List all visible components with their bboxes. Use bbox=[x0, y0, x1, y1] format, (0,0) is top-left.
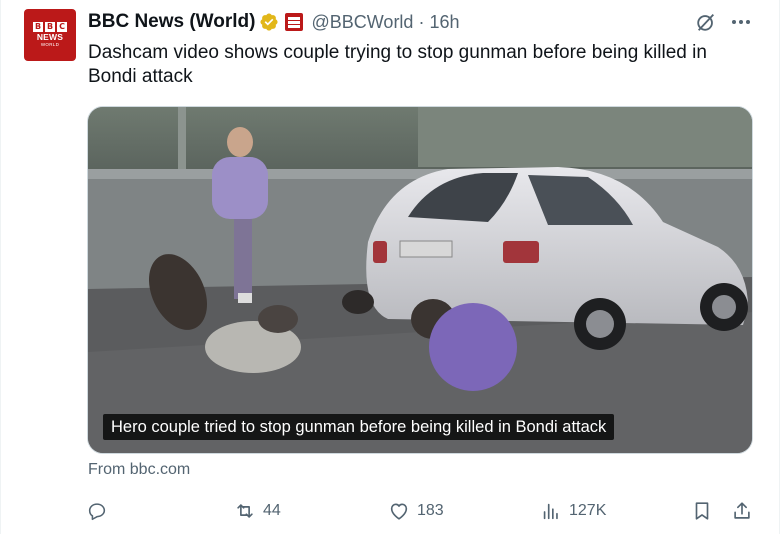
reply-button[interactable] bbox=[86, 495, 115, 527]
repost-icon bbox=[237, 504, 253, 518]
share-icon bbox=[734, 502, 750, 519]
heart-icon bbox=[390, 503, 408, 520]
grok-icon[interactable] bbox=[695, 11, 717, 33]
avatar-world-text: WORLD bbox=[40, 42, 60, 47]
view-count: 127K bbox=[569, 502, 607, 519]
logo-block: C bbox=[57, 22, 67, 32]
bbc-logo: B B C bbox=[33, 22, 67, 32]
bookmark-icon bbox=[695, 502, 709, 520]
tweet-text: Dashcam video shows couple trying to sto… bbox=[88, 42, 707, 87]
like-button[interactable]: 183 bbox=[388, 495, 444, 527]
action-bar: 44 183 127K bbox=[1, 495, 780, 527]
logo-block: B bbox=[45, 22, 55, 32]
display-name[interactable]: BBC News (World) bbox=[88, 11, 255, 33]
avatar[interactable]: B B C NEWS WORLD bbox=[24, 9, 76, 61]
repost-button[interactable]: 44 bbox=[234, 495, 281, 527]
bookmark-button[interactable] bbox=[691, 495, 713, 527]
like-count: 183 bbox=[417, 502, 444, 519]
separator: · bbox=[418, 11, 425, 32]
avatar-news-text: NEWS bbox=[36, 32, 64, 42]
views-button[interactable]: 127K bbox=[540, 495, 606, 527]
user-handle[interactable]: @BBCWorld bbox=[311, 12, 413, 33]
dashcam-image bbox=[88, 107, 752, 453]
more-icon[interactable] bbox=[729, 11, 753, 33]
link-source[interactable]: From bbc.com bbox=[88, 461, 190, 479]
views-icon bbox=[543, 503, 558, 520]
video-thumbnail[interactable]: Hero couple tried to stop gunman before … bbox=[87, 106, 753, 454]
video-caption: Hero couple tried to stop gunman before … bbox=[103, 414, 615, 440]
reply-icon bbox=[88, 503, 106, 521]
tweet-card[interactable]: B B C NEWS WORLD BBC News (World) @BBCWo… bbox=[0, 0, 780, 534]
share-button[interactable] bbox=[731, 495, 753, 527]
verified-badge-icon[interactable] bbox=[259, 12, 279, 32]
repost-count: 44 bbox=[263, 502, 281, 519]
logo-block: B bbox=[33, 22, 43, 32]
timestamp[interactable]: 16h bbox=[429, 12, 459, 33]
affiliate-badge-icon[interactable] bbox=[285, 13, 304, 31]
tweet-header: BBC News (World) @BBCWorld · 16h bbox=[88, 10, 460, 34]
